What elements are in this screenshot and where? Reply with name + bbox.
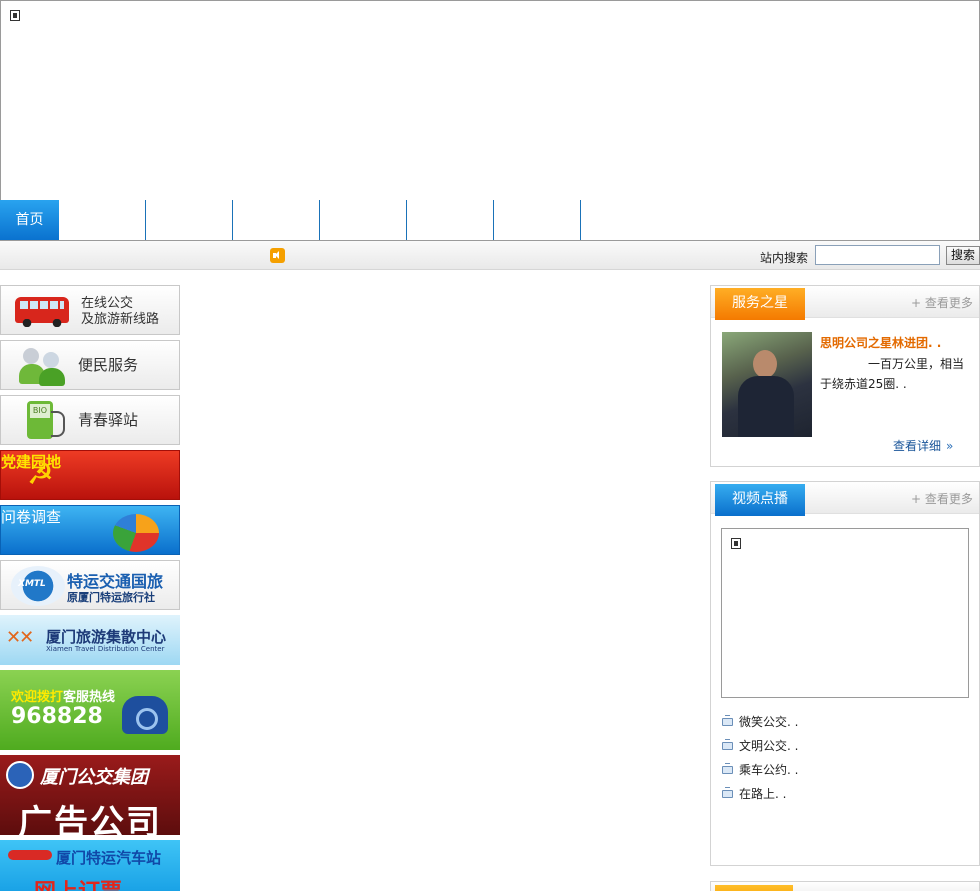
tv-icon <box>722 739 733 750</box>
next-panel-tab[interactable] <box>715 885 793 891</box>
party-building-button[interactable]: ☭ 党建园地 <box>0 450 180 500</box>
broken-image-icon <box>731 538 741 549</box>
travel-center-subtitle: Xiamen Travel Distribution Center <box>46 645 165 653</box>
nav-separator <box>319 200 320 240</box>
survey-button[interactable]: 问卷调查 <box>0 505 180 555</box>
search-button[interactable]: 搜索 <box>946 246 980 265</box>
tv-icon <box>722 763 733 774</box>
bus-station-subtitle: 网上订票 <box>34 874 122 891</box>
panel-header: 服务之星 + 查看更多 <box>711 286 979 320</box>
fuel-pump-icon <box>27 401 65 439</box>
pie-chart-icon <box>113 514 159 552</box>
next-panel-header <box>710 881 980 891</box>
online-bus-sublabel: 及旅游新线路 <box>81 312 160 327</box>
hotline-welcome: 欢迎拨打客服热线 <box>11 690 116 705</box>
nav-item-home[interactable]: 首页 <box>0 200 59 240</box>
nav-separator <box>406 200 407 240</box>
bus-icon <box>15 297 69 327</box>
tab-video[interactable]: 视频点播 <box>715 484 805 516</box>
telephone-icon <box>122 696 168 734</box>
hammer-sickle-icon: ☭ <box>27 457 54 492</box>
nav-separator <box>580 200 581 240</box>
list-item[interactable]: 微笑公交. . <box>721 710 798 734</box>
ad-company-title: 厦门公交集团 <box>40 767 148 788</box>
service-star-panel: 服务之星 + 查看更多 思明公司之星林进团. . 一百万公里，相当于绕赤道25圈… <box>710 285 980 467</box>
tv-icon <box>722 715 733 726</box>
hotline-banner[interactable]: 欢迎拨打客服热线 968828 <box>0 670 180 750</box>
youth-station-button[interactable]: 青春驿站 <box>0 395 180 445</box>
video-player[interactable] <box>721 528 969 698</box>
xmtl-subtitle: 原厦门特运旅行社 <box>67 591 155 604</box>
nav-separator <box>145 200 146 240</box>
more-link[interactable]: + 查看更多 <box>911 294 973 311</box>
star-description: 一百万公里，相当于绕赤道25圈. . <box>820 357 965 391</box>
survey-label: 问卷调查 <box>1 508 62 526</box>
toolbar: 站内搜索 搜索 <box>0 241 980 270</box>
video-list: 微笑公交. . 文明公交. . 乘车公约. . 在路上. . <box>721 710 798 806</box>
online-bus-button[interactable]: 在线公交 及旅游新线路 <box>0 285 180 335</box>
hotline-number: 968828 <box>11 704 103 729</box>
station-logo-icon <box>8 850 52 860</box>
star-title-link[interactable]: 思明公司之星林进团. . <box>820 334 941 351</box>
xmtl-travel-banner[interactable]: XMTL 特运交通国旅 原厦门特运旅行社 <box>0 560 180 610</box>
youth-station-label: 青春驿站 <box>78 411 139 429</box>
convenience-service-label: 便民服务 <box>78 356 139 374</box>
main-nav: 首页 <box>0 200 980 240</box>
people-icon <box>19 346 67 386</box>
travel-logo-icon: ✕✕ <box>6 627 34 648</box>
broken-image-icon <box>10 10 20 21</box>
list-item[interactable]: 文明公交. . <box>721 734 798 758</box>
nav-separator <box>232 200 233 240</box>
list-item[interactable]: 乘车公约. . <box>721 758 798 782</box>
ad-company-banner[interactable]: 厦门公交集团 广告公司 <box>0 755 180 835</box>
video-panel: 视频点播 + 查看更多 微笑公交. . 文明公交. . 乘车公约. . 在路上.… <box>710 481 980 866</box>
search-input[interactable] <box>815 245 940 265</box>
travel-center-title: 厦门旅游集散中心 <box>46 628 167 646</box>
view-detail-link[interactable]: 查看详细» <box>893 437 953 454</box>
speaker-icon[interactable] <box>270 248 285 263</box>
xmtl-logo-text: XMTL <box>18 579 46 589</box>
bus-station-title: 厦门特运汽车站 <box>56 849 162 867</box>
nav-separator <box>493 200 494 240</box>
panel-header: 视频点播 + 查看更多 <box>711 482 979 516</box>
staff-photo[interactable] <box>722 332 812 437</box>
travel-center-banner[interactable]: ✕✕ 厦门旅游集散中心 Xiamen Travel Distribution C… <box>0 615 180 665</box>
more-link[interactable]: + 查看更多 <box>911 490 973 507</box>
double-chevron-right-icon: » <box>946 439 954 453</box>
bus-group-logo-icon <box>6 761 34 789</box>
list-item[interactable]: 在路上. . <box>721 782 798 806</box>
ad-company-subtitle: 广告公司 <box>18 803 162 835</box>
search-label: 站内搜索 <box>760 251 809 265</box>
tv-icon <box>722 787 733 798</box>
tab-service-star[interactable]: 服务之星 <box>715 288 805 320</box>
bus-station-banner[interactable]: 厦门特运汽车站 网上订票 <box>0 840 180 891</box>
online-bus-label: 在线公交 <box>81 296 134 311</box>
convenience-service-button[interactable]: 便民服务 <box>0 340 180 390</box>
